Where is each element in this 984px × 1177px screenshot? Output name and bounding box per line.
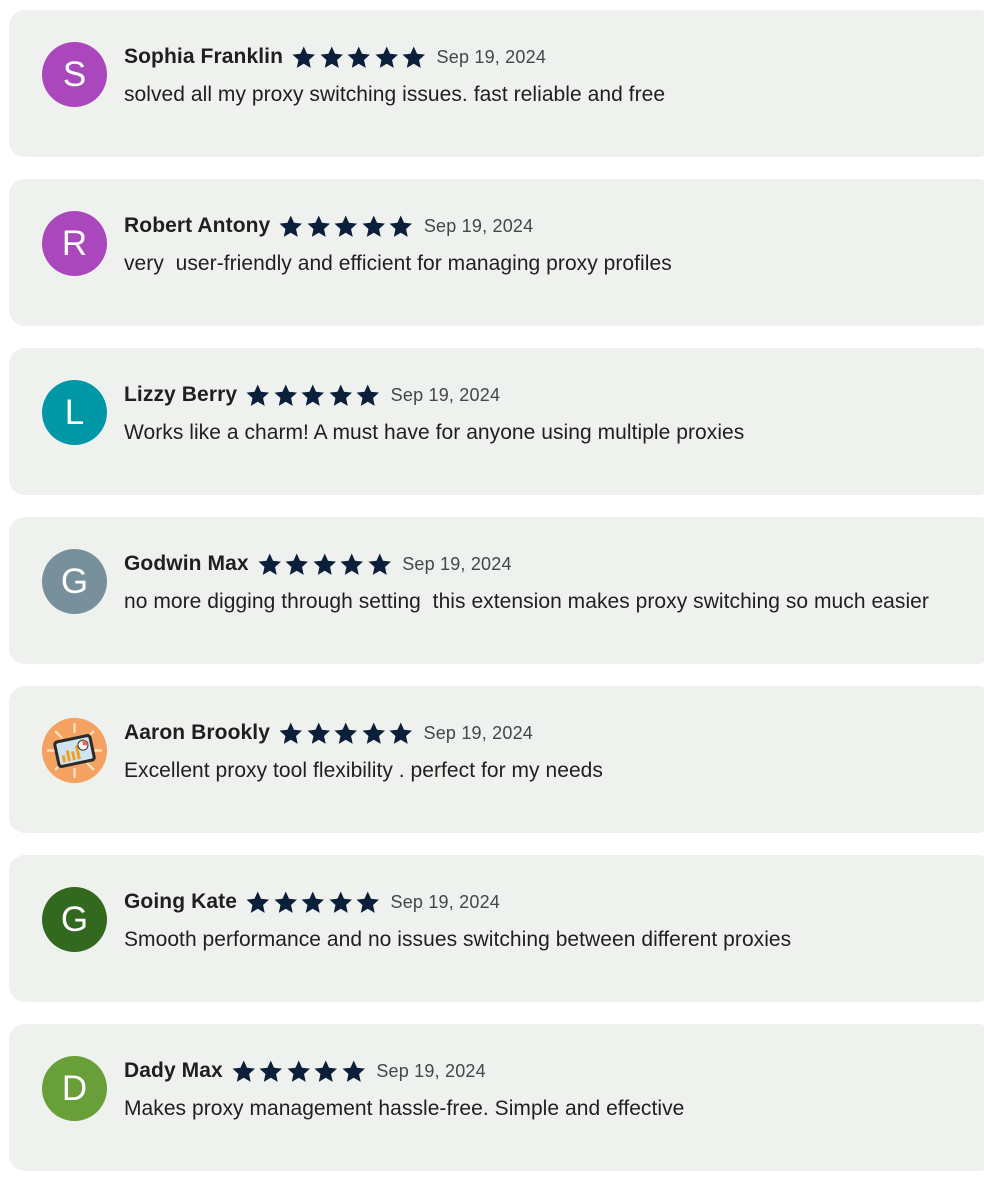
star-icon bbox=[368, 552, 391, 575]
review-author: Godwin Max bbox=[124, 552, 249, 575]
review-card: R Robert Antony Sep 19, 2024 very user-f… bbox=[9, 179, 984, 326]
review-card: L Lizzy Berry Sep 19, 2024 Works like a … bbox=[9, 348, 984, 495]
review-header: Lizzy Berry Sep 19, 2024 bbox=[124, 380, 500, 410]
review-date: Sep 19, 2024 bbox=[436, 46, 547, 67]
review-text: Makes proxy management hassle-free. Simp… bbox=[124, 1097, 685, 1120]
reviews-list: S Sophia Franklin Sep 19, 2024 solved al… bbox=[0, 0, 984, 1177]
star-icon bbox=[389, 721, 412, 744]
review-text: no more digging through setting this ext… bbox=[124, 590, 929, 613]
star-icon bbox=[279, 214, 303, 237]
star-icon bbox=[246, 890, 270, 913]
star-icon bbox=[329, 383, 352, 406]
star-icon bbox=[287, 1059, 310, 1082]
review-text: Excellent proxy tool flexibility . perfe… bbox=[124, 759, 603, 782]
review-header: Dady Max Sep 19, 2024 bbox=[124, 1056, 486, 1086]
review-date: Sep 19, 2024 bbox=[423, 215, 534, 236]
star-icon bbox=[274, 890, 297, 913]
avatar: R bbox=[42, 211, 107, 276]
star-icon bbox=[389, 214, 413, 237]
star-icon bbox=[342, 1059, 365, 1082]
star-rating bbox=[244, 382, 382, 409]
review-header: Going Kate Sep 19, 2024 bbox=[124, 887, 500, 917]
avatar: S bbox=[42, 42, 107, 107]
review-text: very user-friendly and efficient for man… bbox=[124, 252, 672, 275]
review-header: Robert Antony Sep 19, 2024 bbox=[124, 211, 533, 241]
star-icon bbox=[307, 214, 330, 237]
review-header: Sophia Franklin Sep 19, 2024 bbox=[124, 42, 546, 72]
review-card: G Going Kate Sep 19, 2024 Smooth perform… bbox=[9, 855, 984, 1002]
star-rating bbox=[277, 213, 415, 240]
avatar: G bbox=[42, 887, 107, 952]
review-date: Sep 19, 2024 bbox=[390, 384, 501, 405]
review-card: S Sophia Franklin Sep 19, 2024 solved al… bbox=[9, 10, 984, 157]
star-icon bbox=[274, 383, 297, 406]
star-icon bbox=[292, 45, 316, 68]
review-author: Aaron Brookly bbox=[124, 721, 270, 744]
star-icon bbox=[301, 383, 325, 406]
avatar: L bbox=[42, 380, 107, 445]
review-date: Sep 19, 2024 bbox=[423, 722, 533, 743]
star-icon bbox=[347, 45, 371, 68]
review-card: G Godwin Max Sep 19, 2024 no more diggin… bbox=[9, 517, 984, 664]
star-icon bbox=[334, 721, 357, 744]
star-icon bbox=[402, 45, 426, 68]
review-card: D Dady Max Sep 19, 2024 Makes proxy mana… bbox=[9, 1024, 984, 1171]
star-rating bbox=[277, 720, 415, 747]
review-text: solved all my proxy switching issues. fa… bbox=[124, 83, 666, 106]
star-icon bbox=[340, 552, 364, 575]
star-icon bbox=[362, 214, 385, 237]
star-icon bbox=[232, 1059, 255, 1082]
tablet-chart-illustration-icon bbox=[42, 718, 107, 783]
avatar bbox=[42, 718, 107, 783]
avatar: G bbox=[42, 549, 107, 614]
star-rating bbox=[230, 1058, 368, 1085]
review-date: Sep 19, 2024 bbox=[376, 1060, 486, 1081]
star-icon bbox=[356, 383, 380, 406]
star-icon bbox=[314, 1059, 338, 1082]
star-icon bbox=[279, 721, 302, 744]
review-date: Sep 19, 2024 bbox=[390, 891, 501, 912]
review-text: Smooth performance and no issues switchi… bbox=[124, 928, 792, 951]
review-header: Aaron Brookly Sep 19, 2024 bbox=[124, 718, 533, 748]
star-icon bbox=[246, 383, 270, 406]
star-icon bbox=[375, 45, 398, 68]
star-icon bbox=[307, 721, 330, 744]
star-icon bbox=[320, 45, 343, 68]
star-icon bbox=[334, 214, 358, 237]
star-icon bbox=[301, 890, 325, 913]
avatar: D bbox=[42, 1056, 107, 1121]
review-author: Sophia Franklin bbox=[124, 45, 284, 68]
review-author: Robert Antony bbox=[124, 214, 271, 237]
star-icon bbox=[313, 552, 336, 575]
review-author: Dady Max bbox=[124, 1059, 223, 1082]
star-icon bbox=[258, 552, 281, 575]
star-icon bbox=[356, 890, 380, 913]
star-icon bbox=[259, 1059, 283, 1082]
review-author: Going Kate bbox=[124, 890, 238, 913]
star-icon bbox=[362, 721, 385, 744]
review-author: Lizzy Berry bbox=[124, 383, 238, 406]
star-rating bbox=[244, 889, 382, 916]
star-rating bbox=[290, 44, 428, 71]
star-icon bbox=[329, 890, 352, 913]
review-header: Godwin Max Sep 19, 2024 bbox=[124, 549, 512, 579]
review-date: Sep 19, 2024 bbox=[402, 553, 512, 574]
star-rating bbox=[256, 551, 394, 578]
review-card: Aaron Brookly Sep 19, 2024 Excellent pro… bbox=[9, 686, 984, 833]
review-text: Works like a charm! A must have for anyo… bbox=[124, 421, 745, 444]
star-icon bbox=[285, 552, 309, 575]
